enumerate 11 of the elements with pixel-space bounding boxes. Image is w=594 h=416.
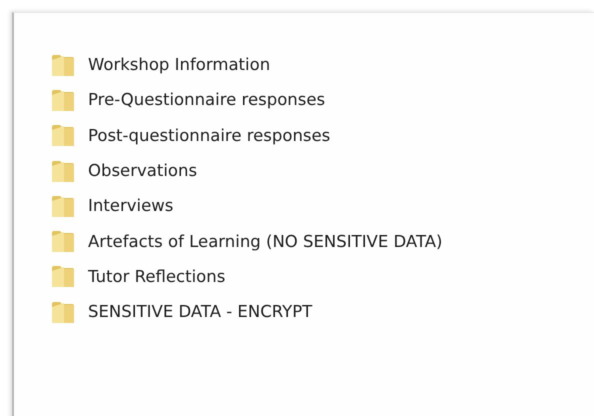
folder-item[interactable]: Artefacts of Learning (NO SENSITIVE DATA) — [50, 223, 442, 259]
folder-icon — [50, 263, 76, 290]
folder-icon — [50, 122, 76, 148]
folder-item[interactable]: Observations — [50, 152, 198, 188]
folder-icon — [50, 228, 76, 254]
folder-item[interactable]: SENSITIVE DATA - ENCRYPT — [50, 294, 312, 330]
folder-item[interactable]: Workshop Information — [50, 47, 270, 82]
folder-item[interactable]: Tutor Reflections — [50, 258, 226, 294]
folder-item[interactable]: Post-questionnaire responses — [50, 118, 330, 153]
folder-item[interactable]: Interviews — [50, 188, 174, 224]
folder-item[interactable]: Pre-Questionnaire responses — [50, 82, 326, 118]
